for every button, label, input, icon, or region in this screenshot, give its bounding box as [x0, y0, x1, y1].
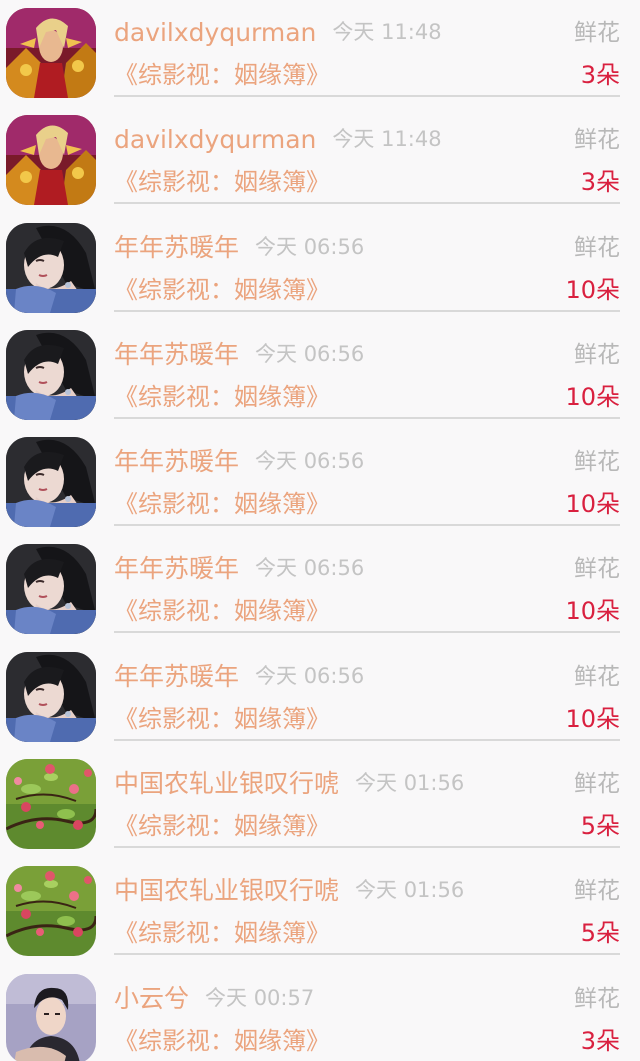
sender-name[interactable]: 中国农轧业银叹行唬	[114, 769, 339, 798]
sender-name-line: 年年苏暖年 今天 06:56	[114, 553, 364, 584]
gift-list-item-content: 中国农轧业银叹行唬 今天 01:56 鲜花 《综影视：姻缘簿》 5朵	[114, 858, 620, 956]
sender-name[interactable]: davilxdyqurman	[114, 125, 316, 154]
sender-name[interactable]: 年年苏暖年	[114, 662, 239, 691]
gift-count: 10朵	[565, 597, 620, 626]
gift-count: 3朵	[580, 61, 620, 89]
sender-name-line: davilxdyqurman 今天 11:48	[114, 124, 442, 155]
sender-name-line: 中国农轧业银叹行唬 今天 01:56	[114, 768, 464, 799]
avatar[interactable]	[6, 329, 96, 420]
gift-type-label: 鲜花	[574, 234, 620, 261]
gift-list-item[interactable]: 年年苏暖年 今天 06:56 鲜花 《综影视：姻缘簿》 10朵	[0, 322, 640, 429]
gift-list-item-content: 年年苏暖年 今天 06:56 鲜花 《综影视：姻缘簿》 10朵	[114, 429, 620, 527]
gift-list-item[interactable]: 年年苏暖年 今天 06:56 鲜花 《综影视：姻缘簿》 10朵	[0, 215, 640, 322]
flower-gift-list: davilxdyqurman 今天 11:48 鲜花 《综影视：姻缘簿》 3朵 d…	[0, 0, 640, 1061]
avatar[interactable]	[6, 651, 96, 742]
gift-type-label: 鲜花	[574, 127, 620, 154]
book-title[interactable]: 《综影视：姻缘簿》	[114, 704, 330, 734]
sender-name[interactable]: 小云兮	[114, 984, 189, 1013]
sender-name-line: 年年苏暖年 今天 06:56	[114, 339, 364, 370]
book-title[interactable]: 《综影视：姻缘簿》	[114, 382, 330, 412]
book-title[interactable]: 《综影视：姻缘簿》	[114, 811, 330, 841]
gift-list-item[interactable]: davilxdyqurman 今天 11:48 鲜花 《综影视：姻缘簿》 3朵	[0, 0, 640, 107]
gift-timestamp: 今天 00:57	[205, 985, 315, 1010]
gift-list-item[interactable]: 中国农轧业银叹行唬 今天 01:56 鲜花 《综影视：姻缘簿》 5朵	[0, 751, 640, 858]
book-title[interactable]: 《综影视：姻缘簿》	[114, 489, 330, 519]
gift-timestamp: 今天 01:56	[355, 878, 465, 903]
gift-list-item[interactable]: 中国农轧业银叹行唬 今天 01:56 鲜花 《综影视：姻缘簿》 5朵	[0, 858, 640, 965]
avatar[interactable]	[6, 8, 96, 98]
gift-type-label: 鲜花	[574, 556, 620, 583]
gift-list-item-content: davilxdyqurman 今天 11:48 鲜花 《综影视：姻缘簿》 3朵	[114, 107, 620, 205]
gift-timestamp: 今天 06:56	[255, 341, 365, 366]
gift-type-label: 鲜花	[574, 985, 620, 1012]
gift-list-item[interactable]: 年年苏暖年 今天 06:56 鲜花 《综影视：姻缘簿》 10朵	[0, 644, 640, 751]
gift-list-item-content: 年年苏暖年 今天 06:56 鲜花 《综影视：姻缘簿》 10朵	[114, 536, 620, 634]
gift-type-label: 鲜花	[574, 341, 620, 368]
gift-list-item[interactable]: 小云兮 今天 00:57 鲜花 《综影视：姻缘簿》 3朵	[0, 966, 640, 1061]
gift-list-item[interactable]: 年年苏暖年 今天 06:56 鲜花 《综影视：姻缘簿》 10朵	[0, 429, 640, 536]
gift-count: 10朵	[565, 490, 620, 519]
gift-list-item-content: davilxdyqurman 今天 11:48 鲜花 《综影视：姻缘簿》 3朵	[114, 0, 620, 97]
gift-timestamp: 今天 06:56	[255, 449, 365, 474]
avatar[interactable]	[6, 866, 96, 957]
book-title[interactable]: 《综影视：姻缘簿》	[114, 167, 330, 197]
gift-timestamp: 今天 06:56	[255, 556, 365, 581]
book-title[interactable]: 《综影视：姻缘簿》	[114, 275, 330, 305]
book-title[interactable]: 《综影视：姻缘簿》	[114, 918, 330, 948]
gift-type-label: 鲜花	[574, 449, 620, 476]
avatar[interactable]	[6, 437, 96, 528]
gift-timestamp: 今天 11:48	[332, 127, 442, 152]
sender-name-line: 小云兮 今天 00:57	[114, 983, 314, 1014]
gift-count: 10朵	[565, 704, 620, 733]
gift-timestamp: 今天 01:56	[355, 771, 465, 796]
gift-timestamp: 今天 11:48	[332, 20, 442, 44]
avatar[interactable]	[6, 222, 96, 313]
book-title[interactable]: 《综影视：姻缘簿》	[114, 60, 330, 90]
avatar[interactable]	[6, 115, 96, 206]
sender-name[interactable]: davilxdyqurman	[114, 18, 316, 47]
avatar[interactable]	[6, 759, 96, 850]
gift-type-label: 鲜花	[574, 771, 620, 798]
gift-timestamp: 今天 06:56	[255, 663, 365, 688]
sender-name-line: 年年苏暖年 今天 06:56	[114, 661, 364, 692]
book-title[interactable]: 《综影视：姻缘簿》	[114, 596, 330, 626]
sender-name[interactable]: 年年苏暖年	[114, 554, 239, 583]
sender-name-line: 年年苏暖年 今天 06:56	[114, 446, 364, 477]
gift-list-item-content: 小云兮 今天 00:57 鲜花 《综影视：姻缘簿》 3朵	[114, 966, 620, 1061]
gift-list-item-content: 年年苏暖年 今天 06:56 鲜花 《综影视：姻缘簿》 10朵	[114, 644, 620, 741]
sender-name-line: 中国农轧业银叹行唬 今天 01:56	[114, 875, 464, 906]
gift-list-item[interactable]: 年年苏暖年 今天 06:56 鲜花 《综影视：姻缘簿》 10朵	[0, 536, 640, 643]
sender-name[interactable]: 中国农轧业银叹行唬	[114, 876, 339, 905]
sender-name[interactable]: 年年苏暖年	[114, 340, 239, 369]
gift-list-item-content: 年年苏暖年 今天 06:56 鲜花 《综影视：姻缘簿》 10朵	[114, 322, 620, 419]
gift-type-label: 鲜花	[574, 663, 620, 690]
sender-name[interactable]: 年年苏暖年	[114, 447, 239, 476]
gift-count: 3朵	[580, 168, 620, 197]
gift-type-label: 鲜花	[574, 20, 620, 46]
gift-count: 10朵	[565, 382, 620, 411]
gift-list-item[interactable]: davilxdyqurman 今天 11:48 鲜花 《综影视：姻缘簿》 3朵	[0, 107, 640, 214]
gift-list-item-content: 中国农轧业银叹行唬 今天 01:56 鲜花 《综影视：姻缘簿》 5朵	[114, 751, 620, 849]
gift-count: 10朵	[565, 275, 620, 304]
gift-count: 5朵	[580, 919, 620, 948]
avatar[interactable]	[6, 544, 96, 635]
avatar[interactable]	[6, 973, 96, 1061]
gift-list-item-content: 年年苏暖年 今天 06:56 鲜花 《综影视：姻缘簿》 10朵	[114, 215, 620, 312]
sender-name-line: davilxdyqurman 今天 11:48	[114, 17, 442, 48]
gift-count: 3朵	[580, 1026, 620, 1055]
gift-timestamp: 今天 06:56	[255, 234, 365, 259]
book-title[interactable]: 《综影视：姻缘簿》	[114, 1026, 330, 1056]
gift-type-label: 鲜花	[574, 878, 620, 905]
gift-count: 5朵	[580, 812, 620, 841]
sender-name[interactable]: 年年苏暖年	[114, 233, 239, 262]
sender-name-line: 年年苏暖年 今天 06:56	[114, 232, 364, 263]
